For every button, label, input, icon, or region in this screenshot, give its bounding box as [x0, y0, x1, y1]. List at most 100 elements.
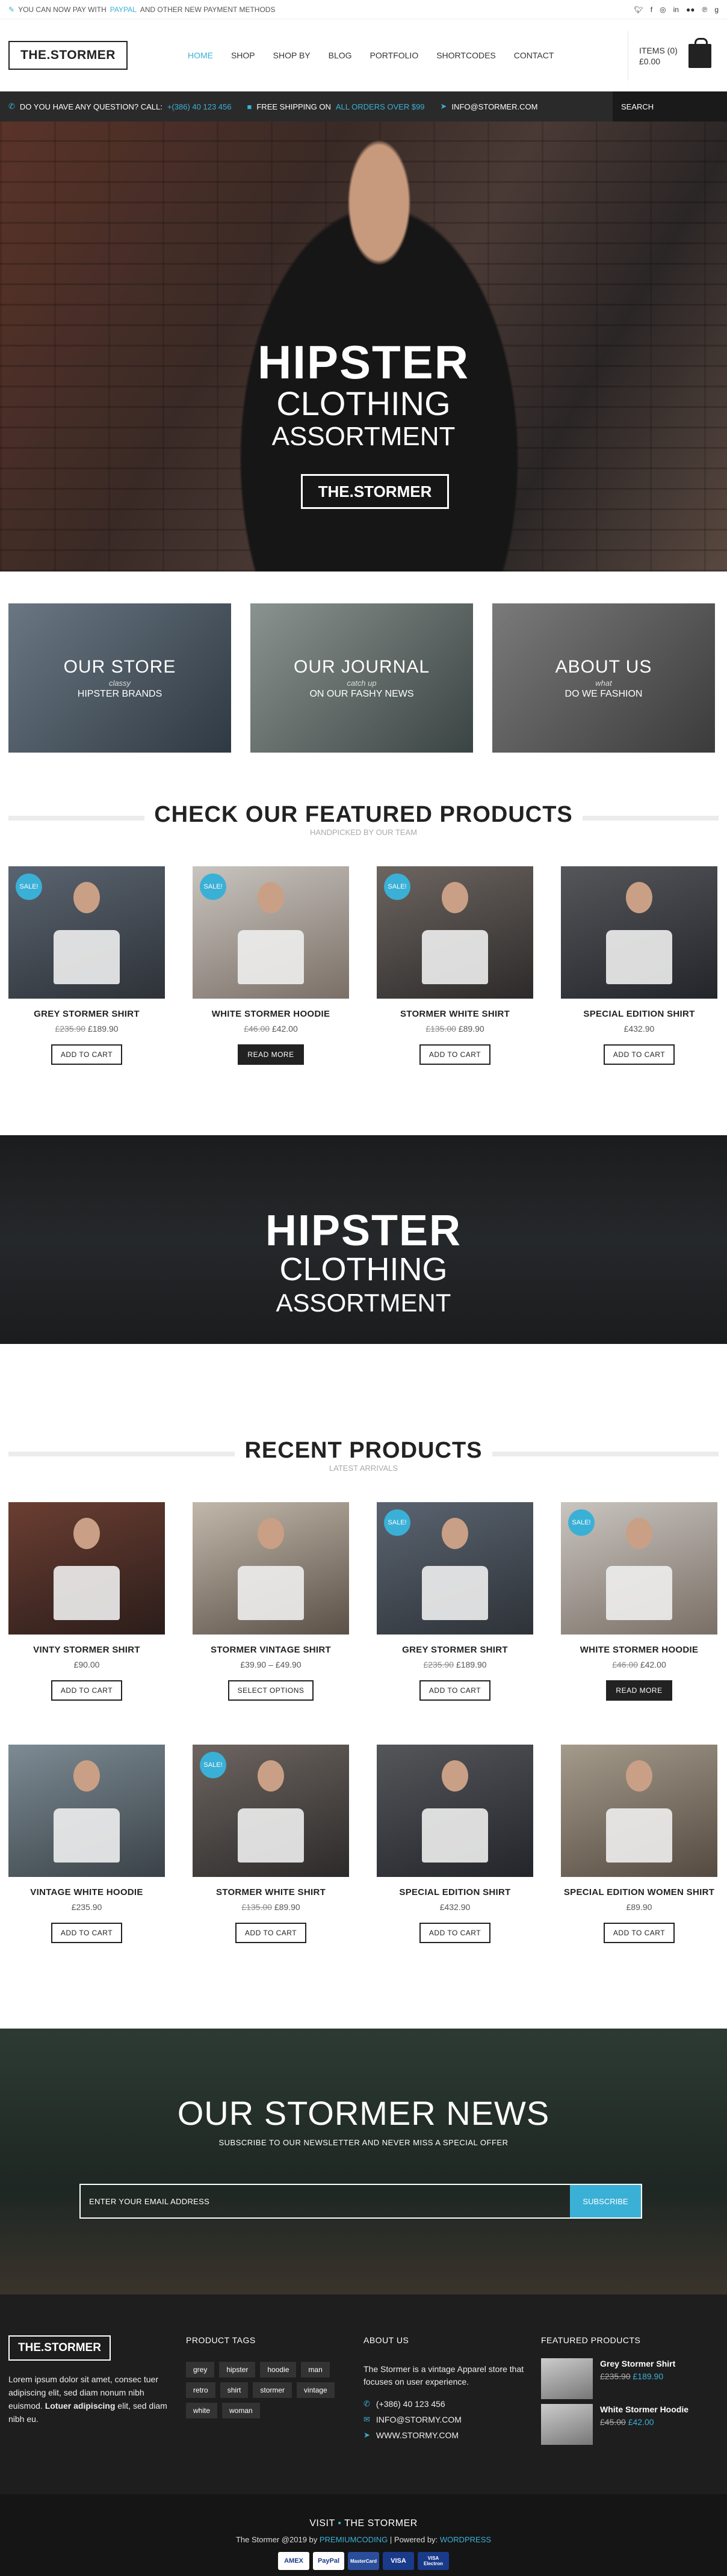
- nav-portfolio[interactable]: PORTFOLIO: [370, 51, 419, 60]
- tag-link[interactable]: stormer: [253, 2382, 292, 2398]
- instagram-icon[interactable]: ◎: [660, 5, 666, 14]
- category-our-journal[interactable]: OUR JOURNAL catch up ON OUR FASHY NEWS: [250, 603, 473, 753]
- read-more-button[interactable]: READ MORE: [238, 1044, 304, 1065]
- add-to-cart-button[interactable]: ADD TO CART: [51, 1044, 123, 1065]
- nav-contact[interactable]: CONTACT: [514, 51, 554, 60]
- footer-phone-text[interactable]: (+386) 40 123 456: [376, 2399, 445, 2409]
- nav-shortcodes[interactable]: SHORTCODES: [436, 51, 496, 60]
- product-name[interactable]: VINTY STORMER SHIRT: [8, 1644, 165, 1656]
- add-to-cart-button[interactable]: ADD TO CART: [603, 1044, 675, 1065]
- product-image[interactable]: [377, 1745, 533, 1877]
- product-image[interactable]: SALE!: [377, 1502, 533, 1635]
- model-face: [442, 1760, 468, 1792]
- visit-link[interactable]: VISIT • THE STORMER: [0, 2518, 727, 2529]
- product-name[interactable]: VINTAGE WHITE HOODIE: [8, 1887, 165, 1899]
- footer-web-text[interactable]: WWW.STORMY.COM: [376, 2430, 459, 2440]
- wordpress-link[interactable]: WORDPRESS: [440, 2535, 491, 2544]
- category-about-us[interactable]: ABOUT US what DO WE FASHION: [492, 603, 715, 753]
- product-name[interactable]: STORMER WHITE SHIRT: [193, 1887, 349, 1899]
- select-options-button[interactable]: SELECT OPTIONS: [227, 1680, 314, 1701]
- old-price: £235.90: [600, 2371, 631, 2381]
- add-to-cart-button[interactable]: ADD TO CART: [419, 1044, 491, 1065]
- shopping-bag-icon[interactable]: [688, 38, 711, 68]
- tag-link[interactable]: vintage: [297, 2382, 335, 2398]
- tag-link[interactable]: hoodie: [260, 2362, 297, 2377]
- product-image[interactable]: SALE!: [8, 866, 165, 999]
- premiumcoding-link[interactable]: PREMIUMCODING: [320, 2535, 388, 2544]
- tag-link[interactable]: shirt: [220, 2382, 249, 2398]
- subscribe-button[interactable]: SUBSCRIBE: [570, 2185, 641, 2217]
- tag-link[interactable]: white: [186, 2403, 218, 2418]
- add-to-cart-button[interactable]: ADD TO CART: [51, 1680, 123, 1701]
- product-name[interactable]: SPECIAL EDITION SHIRT: [561, 1008, 717, 1020]
- linkedin-icon[interactable]: in: [673, 5, 679, 14]
- facebook-icon[interactable]: f: [651, 5, 652, 14]
- tag-link[interactable]: man: [301, 2362, 330, 2377]
- category-our-store[interactable]: OUR STORE classy HIPSTER BRANDS: [8, 603, 231, 753]
- current-price: £90.00: [73, 1660, 100, 1669]
- product-name[interactable]: WHITE STORMER HOODIE: [193, 1008, 349, 1020]
- product-image[interactable]: SALE!: [377, 866, 533, 999]
- sale-badge: SALE!: [384, 874, 410, 900]
- email-field[interactable]: ENTER YOUR EMAIL ADDRESS: [81, 2185, 570, 2217]
- product-name[interactable]: GREY STORMER SHIRT: [377, 1644, 533, 1656]
- product-image[interactable]: SALE!: [193, 1745, 349, 1877]
- truck-icon: ■: [247, 102, 252, 111]
- product-image[interactable]: [8, 1502, 165, 1635]
- product-image[interactable]: [193, 1502, 349, 1635]
- tag-link[interactable]: hipster: [219, 2362, 256, 2377]
- nav-shop-by[interactable]: SHOP BY: [273, 51, 311, 60]
- product-image[interactable]: [561, 866, 717, 999]
- product-name[interactable]: STORMER WHITE SHIRT: [377, 1008, 533, 1020]
- product-name[interactable]: WHITE STORMER HOODIE: [561, 1644, 717, 1656]
- product-image[interactable]: [561, 1745, 717, 1877]
- product-image[interactable]: SALE!: [561, 1502, 717, 1635]
- add-to-cart-button[interactable]: ADD TO CART: [235, 1923, 307, 1943]
- product-image[interactable]: SALE!: [193, 866, 349, 999]
- footer-product-image[interactable]: [541, 2404, 593, 2445]
- shirt-shape: [606, 1565, 672, 1620]
- hero-button[interactable]: THE.STORMER: [301, 474, 449, 509]
- add-to-cart-button[interactable]: ADD TO CART: [51, 1923, 123, 1943]
- product-name[interactable]: SPECIAL EDITION SHIRT: [377, 1887, 533, 1899]
- old-price: £46.00: [244, 1024, 270, 1034]
- shirt-shape: [606, 1808, 672, 1863]
- email-address[interactable]: INFO@STORMER.COM: [451, 102, 537, 111]
- cart-widget[interactable]: ITEMS (0) £0.00: [628, 31, 727, 81]
- tag-link[interactable]: woman: [222, 2403, 260, 2418]
- search-placeholder: SEARCH: [621, 102, 654, 111]
- google-plus-icon[interactable]: g: [714, 5, 719, 14]
- nav-home[interactable]: HOME: [188, 51, 213, 60]
- tag-link[interactable]: retro: [186, 2382, 215, 2398]
- nav-blog[interactable]: BLOG: [329, 51, 352, 60]
- product-image[interactable]: [8, 1745, 165, 1877]
- add-to-cart-button[interactable]: ADD TO CART: [603, 1923, 675, 1943]
- pinterest-icon[interactable]: ℗: [702, 5, 707, 14]
- footer-product[interactable]: White Stormer Hoodie £45.00 £42.00: [541, 2404, 719, 2445]
- phone-number[interactable]: +(386) 40 123 456: [167, 102, 232, 111]
- product-name[interactable]: SPECIAL EDITION WOMEN SHIRT: [561, 1887, 717, 1899]
- search-input[interactable]: SEARCH: [613, 91, 727, 122]
- footer-logo[interactable]: THE.STORMER: [8, 2335, 111, 2361]
- nav-shop[interactable]: SHOP: [231, 51, 255, 60]
- add-to-cart-button[interactable]: ADD TO CART: [419, 1680, 491, 1701]
- footer-product[interactable]: Grey Stormer Shirt £235.90 £189.90: [541, 2358, 719, 2399]
- product-name[interactable]: STORMER VINTAGE SHIRT: [193, 1644, 349, 1656]
- add-to-cart-button[interactable]: ADD TO CART: [419, 1923, 491, 1943]
- footer-email-text[interactable]: INFO@STORMY.COM: [376, 2415, 462, 2424]
- read-more-button[interactable]: READ MORE: [606, 1680, 672, 1701]
- product-card: SALE! STORMER WHITE SHIRT £135.00 £89.90…: [377, 866, 533, 1065]
- site-logo[interactable]: THE.STORMER: [8, 41, 128, 70]
- paypal-link[interactable]: PAYPAL: [110, 5, 137, 14]
- tag-link[interactable]: grey: [186, 2362, 215, 2377]
- product-name[interactable]: GREY STORMER SHIRT: [8, 1008, 165, 1020]
- model-face: [73, 1518, 100, 1550]
- footer-product-name[interactable]: White Stormer Hoodie: [600, 2404, 688, 2415]
- product-price: £90.00: [8, 1660, 165, 1669]
- top-bar: ✎ YOU CAN NOW PAY WITH PAYPAL AND OTHER …: [0, 0, 727, 19]
- footer-product-image[interactable]: [541, 2358, 593, 2399]
- flickr-icon[interactable]: ●●: [686, 5, 695, 14]
- twitter-icon[interactable]: 🐦︎: [634, 5, 643, 14]
- shipping-accent: ALL ORDERS OVER $99: [335, 102, 425, 111]
- footer-product-name[interactable]: Grey Stormer Shirt: [600, 2358, 675, 2369]
